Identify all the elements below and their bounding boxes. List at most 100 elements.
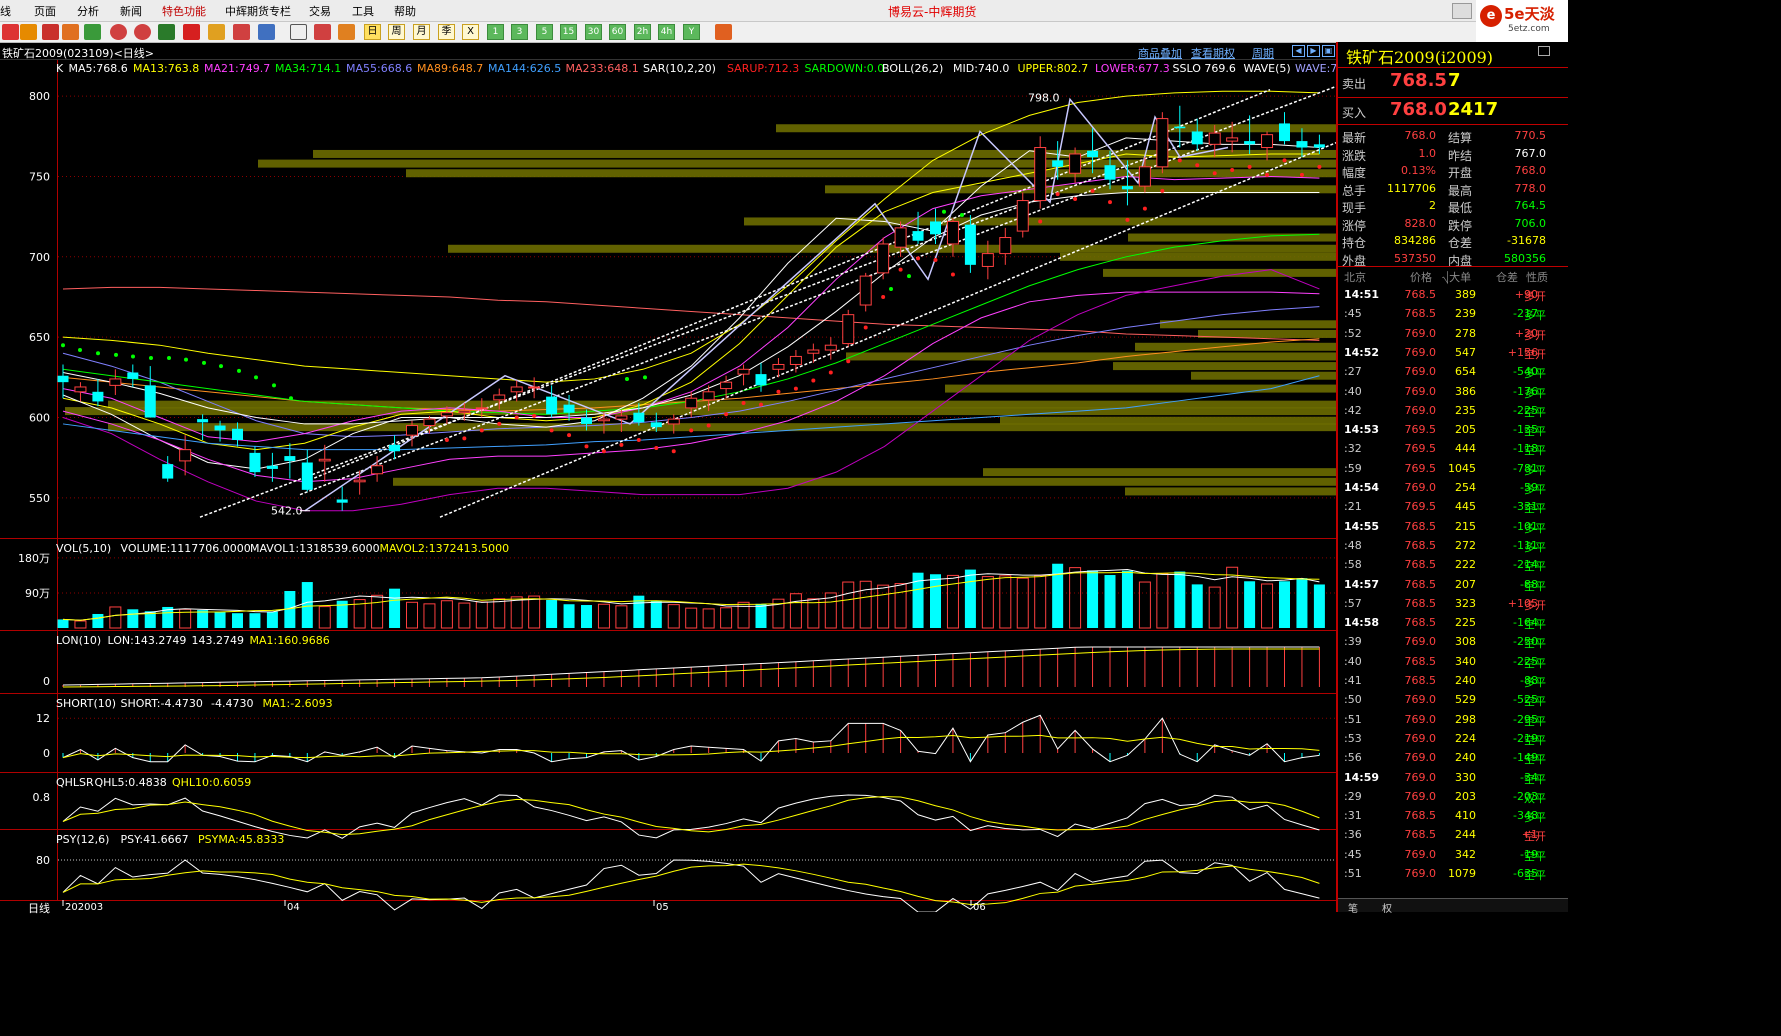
tick-volume: 225 [1455, 616, 1476, 630]
menu-item-page[interactable]: 页面 [34, 3, 56, 19]
tick-header-nature: 性质 [1526, 271, 1548, 284]
overlay-commodity-link[interactable]: 商品叠加 [1138, 45, 1182, 61]
calculator-icon[interactable] [715, 24, 732, 40]
layout-icon[interactable] [158, 24, 175, 40]
news-icon[interactable] [42, 24, 59, 40]
settings-icon[interactable] [208, 24, 225, 40]
high-annotation: 798.0 [1028, 91, 1060, 104]
tick-time: :45 [1344, 307, 1362, 321]
menu-item-analysis[interactable]: 分析 [77, 3, 99, 19]
tick-volume: 1079 [1448, 867, 1476, 880]
tick-nature: 空平 [1524, 405, 1546, 419]
period-year-button[interactable]: Y [683, 24, 700, 40]
tick-nature: 空平 [1524, 444, 1546, 458]
zoom-out-icon[interactable] [134, 24, 151, 40]
tick-nature: 多开 [1524, 328, 1546, 342]
quote-panel-title: 铁矿石2009(i2009) [1346, 48, 1494, 67]
window-control-button[interactable] [1452, 3, 1472, 19]
candle-body [1069, 153, 1082, 174]
prev-arrow-icon[interactable]: ◀ [1292, 45, 1305, 57]
footer-tab-rights[interactable]: 权 [1382, 900, 1392, 915]
tick-price: 769.5 [1404, 442, 1437, 456]
next-arrow-icon[interactable]: ▶ [1307, 45, 1320, 57]
sar-down-dot [114, 352, 118, 357]
candle-body [57, 375, 69, 383]
period-5min-button[interactable]: 5 [536, 24, 553, 40]
candle-body [318, 458, 331, 462]
menu-item-features[interactable]: 特色功能 [162, 3, 206, 19]
candle-body [1244, 141, 1256, 145]
period-month-button[interactable]: 月 [413, 24, 430, 40]
home-icon[interactable] [20, 24, 37, 40]
candle-body [1121, 186, 1133, 190]
draw-pen-icon[interactable] [183, 24, 200, 40]
tick-volume: 240 [1455, 751, 1476, 765]
candle-body [109, 378, 122, 386]
sar-up-dot [1125, 217, 1130, 222]
tick-time: :50 [1344, 693, 1362, 707]
main-indicator-text: MA89:648.7 [417, 62, 483, 75]
kline-chart[interactable]: 800750700650600550798.0542.0K MA5:768.6 MA… [0, 60, 1336, 912]
quote-value: 2 [1429, 199, 1436, 212]
menu-item-zhonghui-column[interactable]: 中辉期货专栏 [225, 3, 291, 19]
candle-body [371, 465, 384, 475]
short-indicator-text: SHORT(10) [56, 697, 116, 710]
tick-nature: 多开 [1524, 598, 1546, 612]
menu-item-trade[interactable]: 交易 [309, 3, 331, 19]
quote-value: 828.0 [1404, 216, 1437, 230]
tick-price: 769.0 [1404, 751, 1437, 765]
period-15min-button[interactable]: 15 [560, 24, 577, 40]
bid-label: 买入 [1342, 106, 1367, 120]
period-day-button[interactable]: 日 [364, 24, 381, 40]
period-2h-button[interactable]: 2h [634, 24, 651, 40]
tick-row: :56 769.0 240 -149 空平 [1338, 748, 1568, 767]
period-x-button[interactable]: X [462, 24, 479, 40]
back-icon[interactable] [2, 24, 19, 40]
sar-down-dot [202, 360, 206, 365]
filter-icon[interactable] [233, 24, 250, 40]
short-indicator-text: -4.4730 [211, 697, 253, 710]
period-1min-button[interactable]: 1 [487, 24, 504, 40]
tick-volume: 547 [1455, 345, 1476, 359]
menu-item-news[interactable]: 新闻 [120, 3, 142, 19]
period-3min-button[interactable]: 3 [511, 24, 528, 40]
period-60min-button[interactable]: 60 [609, 24, 626, 40]
quote-value: 764.5 [1514, 199, 1547, 212]
window-icon[interactable] [1538, 46, 1550, 56]
candle-body [336, 499, 348, 503]
refresh-icon[interactable] [84, 24, 101, 40]
candle-body [1261, 134, 1274, 149]
volume-bar [1244, 581, 1256, 628]
period-link[interactable]: 周期 [1252, 45, 1274, 61]
report-icon[interactable] [62, 24, 79, 40]
volume-bar [1191, 584, 1203, 628]
period-4h-button[interactable]: 4h [658, 24, 675, 40]
period-30min-button[interactable]: 30 [585, 24, 602, 40]
volume-bar [266, 611, 278, 628]
volume-bar [1174, 571, 1186, 628]
menu-item-tools[interactable]: 工具 [352, 3, 374, 19]
candle-body [894, 227, 907, 248]
line-chart-icon[interactable] [314, 24, 331, 40]
expand-icon[interactable]: ▣ [1322, 45, 1335, 57]
tick-nature: 空平 [1524, 618, 1546, 632]
menu-bar: 线 页面 分析 新闻 特色功能 中辉期货专栏 交易 工具 帮助 博易云-中辉期货 [0, 0, 1568, 22]
view-options-link[interactable]: 查看期权 [1191, 45, 1235, 61]
table-icon[interactable] [290, 24, 307, 40]
formula-icon[interactable] [258, 24, 275, 40]
menu-item-line[interactable]: 线 [0, 3, 11, 19]
menu-item-help[interactable]: 帮助 [394, 3, 416, 19]
zoom-in-icon[interactable] [110, 24, 127, 40]
quote-label: 持仓 [1342, 236, 1367, 250]
tick-row: :21 769.5 445 -331 空平 [1338, 497, 1568, 516]
candle-body [1156, 118, 1169, 168]
sar-up-dot [444, 438, 449, 443]
period-quarter-button[interactable]: 季 [438, 24, 455, 40]
period-week-button[interactable]: 周 [388, 24, 405, 40]
main-indicator-text: SSLO 769.6 [1173, 62, 1236, 75]
lon-indicator-text: 143.2749 [192, 634, 245, 647]
tick-volume: 205 [1455, 423, 1476, 437]
footer-tab-ticks[interactable]: 笔 [1348, 900, 1358, 915]
candle-body [1313, 144, 1325, 148]
tick-chart-icon[interactable] [338, 24, 355, 40]
